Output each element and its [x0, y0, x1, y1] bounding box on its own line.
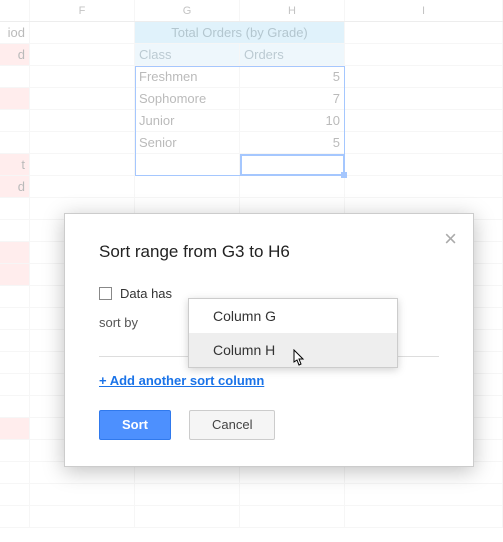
- cell[interactable]: [135, 506, 240, 528]
- cell[interactable]: [0, 330, 30, 352]
- cell[interactable]: [135, 484, 240, 506]
- cell[interactable]: [0, 396, 30, 418]
- colheader-F[interactable]: F: [30, 0, 135, 21]
- cell[interactable]: [30, 154, 135, 176]
- cell[interactable]: [0, 242, 30, 264]
- table-row[interactable]: 10: [240, 110, 345, 132]
- cell-stub[interactable]: t: [0, 154, 30, 176]
- table-row[interactable]: 5: [240, 132, 345, 154]
- cell-stub[interactable]: [0, 132, 30, 154]
- sort-button[interactable]: Sort: [99, 410, 171, 440]
- cell[interactable]: [0, 418, 30, 440]
- dropdown-option-column-h[interactable]: Column H: [189, 333, 397, 367]
- cell[interactable]: [0, 220, 30, 242]
- add-sort-column-link[interactable]: + Add another sort column: [99, 373, 264, 388]
- cell[interactable]: [345, 132, 503, 154]
- cell[interactable]: [0, 484, 30, 506]
- table-row[interactable]: Junior: [135, 110, 240, 132]
- cell[interactable]: [345, 66, 503, 88]
- cell[interactable]: [0, 264, 30, 286]
- table-header-orders[interactable]: Orders: [240, 44, 345, 66]
- cell[interactable]: [0, 198, 30, 220]
- cell[interactable]: [345, 88, 503, 110]
- table-row[interactable]: 5: [240, 66, 345, 88]
- cell[interactable]: [240, 154, 345, 176]
- table-title-cell[interactable]: Total Orders (by Grade): [135, 22, 345, 44]
- cell[interactable]: [0, 308, 30, 330]
- table-row[interactable]: 7: [240, 88, 345, 110]
- colheader-G[interactable]: G: [135, 0, 240, 21]
- cell[interactable]: [0, 352, 30, 374]
- dropdown-option-column-g[interactable]: Column G: [189, 299, 397, 333]
- cell[interactable]: [240, 506, 345, 528]
- sortby-label: sort by: [99, 315, 169, 330]
- cell[interactable]: [0, 506, 30, 528]
- cell[interactable]: [30, 506, 135, 528]
- table-row[interactable]: Senior: [135, 132, 240, 154]
- cell[interactable]: [30, 22, 135, 44]
- cell[interactable]: [135, 176, 240, 198]
- cell-stub[interactable]: [0, 110, 30, 132]
- cell[interactable]: [0, 374, 30, 396]
- colheader-H[interactable]: H: [240, 0, 345, 21]
- cancel-button[interactable]: Cancel: [189, 410, 275, 440]
- cell[interactable]: [345, 44, 503, 66]
- cell[interactable]: [30, 110, 135, 132]
- cell[interactable]: [345, 506, 503, 528]
- cell[interactable]: [30, 66, 135, 88]
- cell-stub[interactable]: [0, 66, 30, 88]
- colheader-partial: [0, 0, 30, 21]
- cell[interactable]: [30, 132, 135, 154]
- checkbox-label: Data has: [120, 286, 172, 301]
- cell-stub[interactable]: d: [0, 44, 30, 66]
- cell[interactable]: [30, 44, 135, 66]
- colheader-I[interactable]: I: [345, 0, 503, 21]
- cell[interactable]: [0, 286, 30, 308]
- cell[interactable]: [345, 22, 503, 44]
- cell-stub[interactable]: [0, 88, 30, 110]
- sortby-column-dropdown: Column G Column H: [188, 298, 398, 368]
- cell[interactable]: [30, 88, 135, 110]
- cell[interactable]: [345, 176, 503, 198]
- cell[interactable]: [345, 154, 503, 176]
- cell[interactable]: [30, 484, 135, 506]
- dialog-title: Sort range from G3 to H6: [99, 242, 439, 262]
- cell-stub[interactable]: d: [0, 176, 30, 198]
- column-headers: F G H I: [0, 0, 503, 22]
- cell-stub[interactable]: iod: [0, 22, 30, 44]
- table-row[interactable]: Freshmen: [135, 66, 240, 88]
- cell[interactable]: [345, 110, 503, 132]
- cell[interactable]: [240, 484, 345, 506]
- cell[interactable]: [240, 176, 345, 198]
- cell[interactable]: [0, 440, 30, 462]
- data-has-header-checkbox[interactable]: [99, 287, 112, 300]
- close-icon[interactable]: ×: [444, 228, 457, 250]
- cell[interactable]: [345, 484, 503, 506]
- cell[interactable]: [135, 154, 240, 176]
- table-row[interactable]: Sophomore: [135, 88, 240, 110]
- dialog-buttons: Sort Cancel: [99, 410, 439, 440]
- cell[interactable]: [0, 462, 30, 484]
- table-header-class[interactable]: Class: [135, 44, 240, 66]
- cell[interactable]: [30, 176, 135, 198]
